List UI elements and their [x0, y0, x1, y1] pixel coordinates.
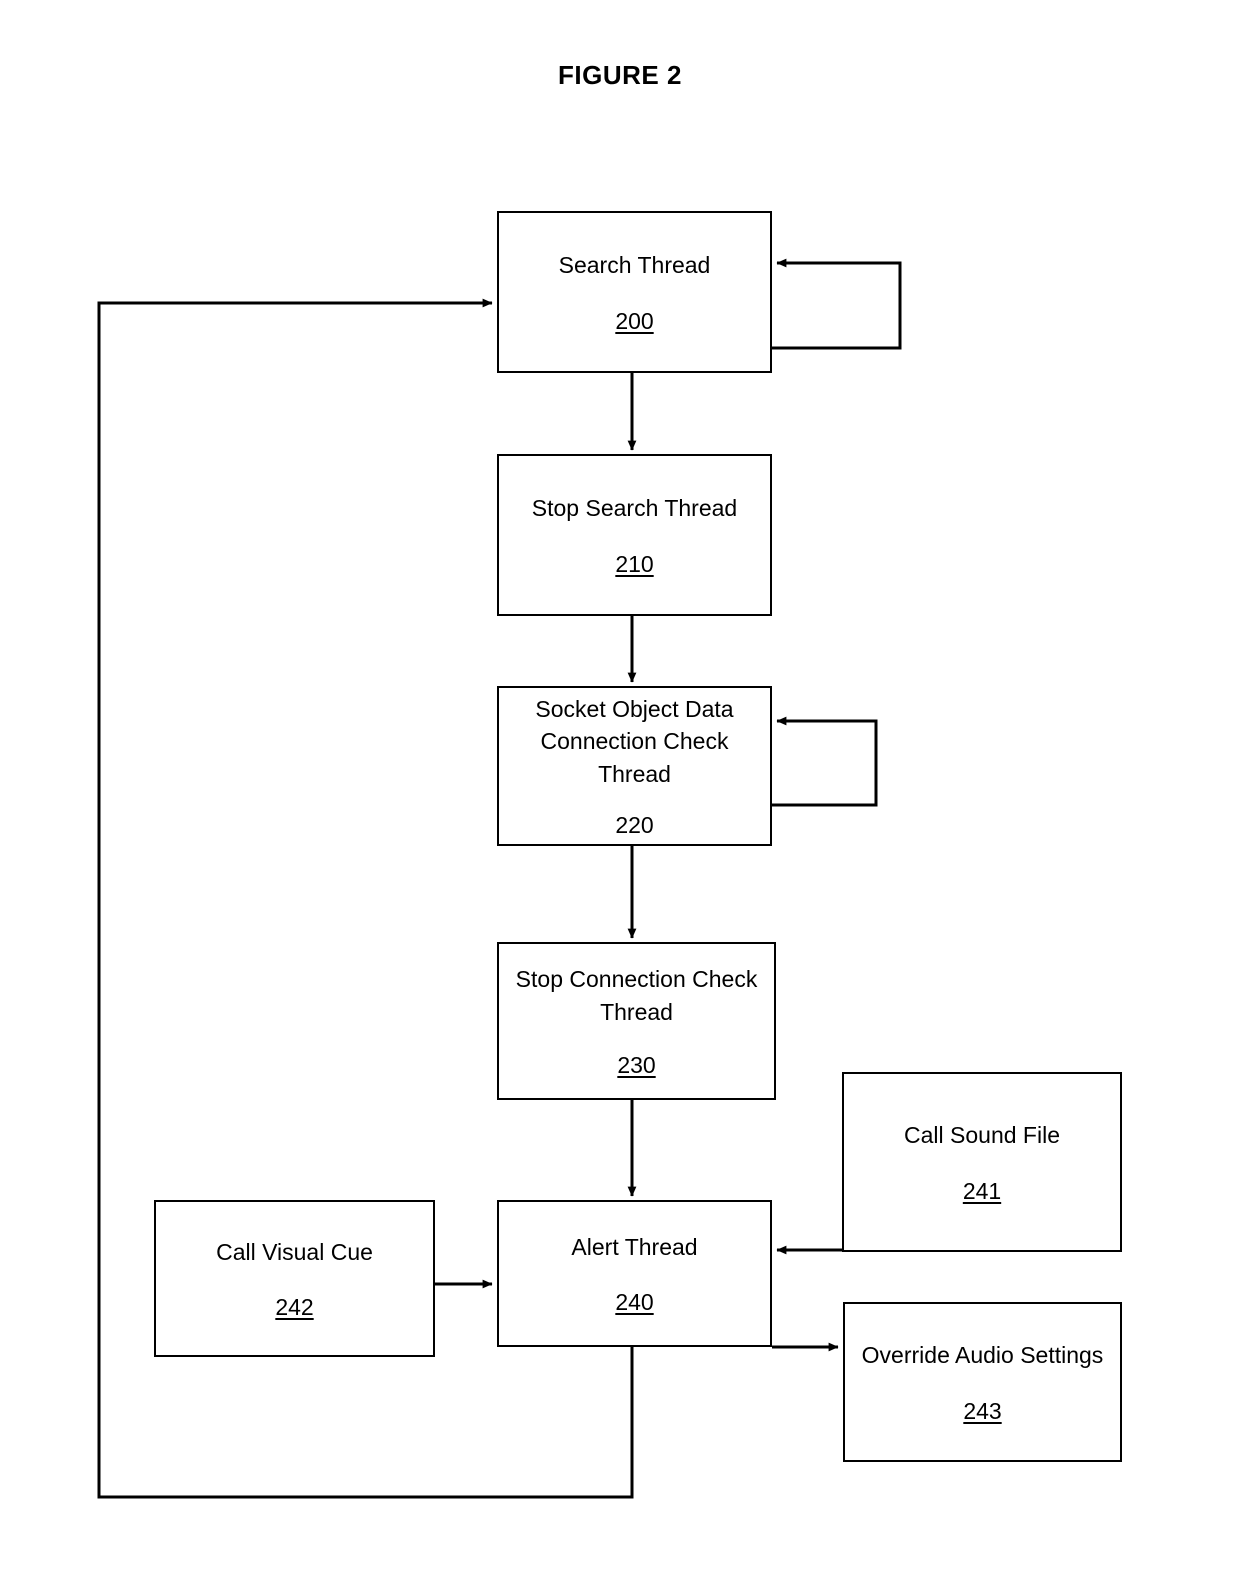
node-search-thread[interactable]: Search Thread 200: [497, 211, 772, 373]
node-label: Alert Thread: [571, 1233, 698, 1260]
edge-200-self-loop: [772, 258, 902, 350]
node-reference-number: 230: [617, 1051, 656, 1078]
edge-220-self-loop: [772, 716, 878, 807]
node-reference-number: 200: [615, 307, 654, 334]
node-override-audio-settings[interactable]: Override Audio Settings 243: [843, 1302, 1122, 1462]
node-reference-number: 242: [275, 1294, 314, 1321]
node-label: Stop Search Thread: [531, 495, 738, 522]
node-reference-number: 210: [615, 550, 654, 577]
node-label: Call Sound File: [904, 1122, 1060, 1149]
node-label: Call Visual Cue: [216, 1238, 373, 1265]
node-reference-number: 241: [962, 1177, 1002, 1204]
node-label: Stop Connection Check Thread: [515, 966, 758, 1025]
node-alert-thread[interactable]: Alert Thread 240: [497, 1200, 772, 1347]
page-title: FIGURE 2: [558, 60, 682, 90]
node-label: Search Thread: [558, 252, 711, 279]
node-reference-number: 240: [615, 1289, 654, 1316]
node-reference-number: 220: [615, 811, 654, 838]
node-reference-number: 243: [963, 1397, 1002, 1424]
node-stop-search-thread[interactable]: Stop Search Thread 210: [497, 454, 772, 616]
figure-page: FIGURE 2 Search Thread 200 Stop Search T…: [0, 0, 1240, 1587]
node-label: Override Audio Settings: [861, 1342, 1104, 1369]
node-call-visual-cue[interactable]: Call Visual Cue 242: [154, 1200, 435, 1357]
node-stop-connection-check-thread[interactable]: Stop Connection Check Thread 230: [497, 942, 776, 1100]
node-socket-object-data-connection-check-thread[interactable]: Socket Object Data Connection Check Thre…: [497, 686, 772, 846]
node-call-sound-file[interactable]: Call Sound File 241: [842, 1072, 1122, 1252]
node-label: Socket Object Data Connection Check Thre…: [535, 696, 734, 787]
